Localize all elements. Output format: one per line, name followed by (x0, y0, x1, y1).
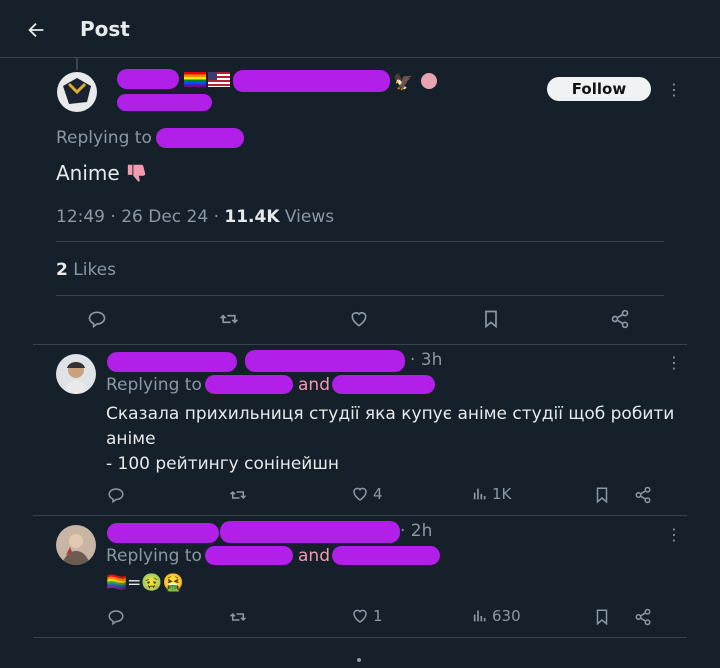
thumbs-down-icon (126, 162, 148, 184)
post-meta: 12:49 · 26 Dec 24 · 11.4K Views (56, 207, 334, 227)
post-timestamp[interactable]: 12:49 · 26 Dec 24 · (56, 207, 224, 227)
loading-dot (357, 658, 361, 662)
and-label: and (298, 375, 330, 395)
reply-text-line: Сказала прихильниця студії яка купує ані… (106, 404, 675, 424)
bookmark-icon (596, 487, 608, 504)
post-text: Anime (56, 161, 148, 185)
post-text-content: Anime (56, 161, 120, 185)
redacted-reply-target[interactable] (205, 546, 293, 565)
more-options-icon[interactable]: ⋮ (666, 82, 682, 98)
redacted-display-name (107, 352, 237, 372)
and-label: and (298, 546, 330, 566)
repost-icon[interactable] (219, 309, 239, 329)
redacted-handle (245, 350, 405, 372)
likes-label: Likes (67, 260, 116, 280)
views-button[interactable]: 1K (472, 485, 511, 503)
bookmark-icon (596, 609, 608, 626)
avatar[interactable] (56, 354, 96, 394)
thread-connector (76, 58, 78, 70)
replying-to-label: Replying to (106, 375, 202, 395)
eagle-icon: 🦅 (393, 72, 413, 91)
share-icon (635, 608, 651, 626)
verified-badge-icon (421, 73, 437, 89)
avatar[interactable] (57, 72, 97, 112)
like-button[interactable]: 1 (351, 607, 383, 625)
rainbow-flag-icon (184, 72, 206, 87)
reply-text-line: - 100 рейтингу сонінейшн (106, 454, 340, 474)
reply-text-line: аніме (106, 429, 156, 449)
share-icon[interactable] (610, 309, 630, 329)
like-count: 1 (373, 607, 383, 625)
redacted-name-extra (233, 70, 390, 92)
bookmark-button[interactable] (593, 486, 611, 504)
like-icon (353, 487, 367, 501)
meta-divider (56, 241, 664, 242)
reply-icon[interactable] (87, 309, 107, 329)
views-button[interactable]: 630 (472, 607, 521, 625)
like-icon (353, 609, 367, 623)
reply-timestamp[interactable]: · 3h (410, 350, 442, 370)
reply-icon (108, 610, 124, 626)
likes-stat[interactable]: 2 Likes (56, 260, 116, 280)
share-icon (635, 486, 651, 504)
post-divider (33, 344, 687, 345)
follow-button[interactable]: Follow (547, 77, 651, 101)
views-icon (473, 488, 486, 500)
repost-icon (229, 612, 247, 622)
replying-to-label: Replying to (56, 128, 152, 148)
views-count: 1K (492, 485, 512, 503)
redacted-reply-target[interactable] (205, 375, 293, 394)
reply-divider (33, 637, 687, 638)
redacted-handle (220, 521, 400, 543)
like-button[interactable]: 4 (351, 485, 383, 503)
us-flag-icon (208, 72, 230, 87)
page-title: Post (80, 17, 130, 41)
like-icon[interactable] (349, 309, 369, 329)
replying-to-label: Replying to (106, 546, 202, 566)
bookmark-button[interactable] (593, 608, 611, 626)
more-options-icon[interactable]: ⋮ (666, 355, 682, 371)
reply-text: 🏳️‍🌈=🤢🤮 (106, 573, 184, 593)
share-button[interactable] (634, 608, 652, 626)
likes-count: 2 (56, 260, 68, 280)
reply-divider (33, 515, 687, 516)
reply-text: Сказала прихильниця студії яка купує ані… (106, 402, 674, 477)
avatar[interactable] (56, 525, 96, 565)
reply-timestamp[interactable]: · 2h (400, 521, 432, 541)
views-count: 630 (492, 607, 521, 625)
repost-button[interactable] (229, 486, 247, 504)
header-divider (0, 57, 720, 58)
repost-icon (229, 490, 247, 500)
share-button[interactable] (634, 486, 652, 504)
redacted-display-name (107, 523, 219, 543)
reply-icon (108, 488, 124, 504)
more-options-icon[interactable]: ⋮ (666, 527, 682, 543)
back-arrow-icon[interactable] (25, 19, 47, 41)
redacted-handle (117, 94, 212, 111)
redacted-display-name (117, 69, 179, 89)
views-icon (473, 610, 486, 622)
redacted-reply-target[interactable] (332, 375, 435, 394)
redacted-reply-target[interactable] (332, 546, 440, 565)
redacted-reply-target[interactable] (156, 128, 244, 148)
reply-button[interactable] (107, 608, 125, 626)
like-count: 4 (373, 485, 383, 503)
views-count: 11.4K (224, 207, 280, 227)
repost-button[interactable] (229, 608, 247, 626)
views-label: Views (279, 207, 335, 227)
reply-button[interactable] (107, 486, 125, 504)
likes-divider (56, 295, 664, 296)
bookmark-icon[interactable] (481, 309, 501, 329)
